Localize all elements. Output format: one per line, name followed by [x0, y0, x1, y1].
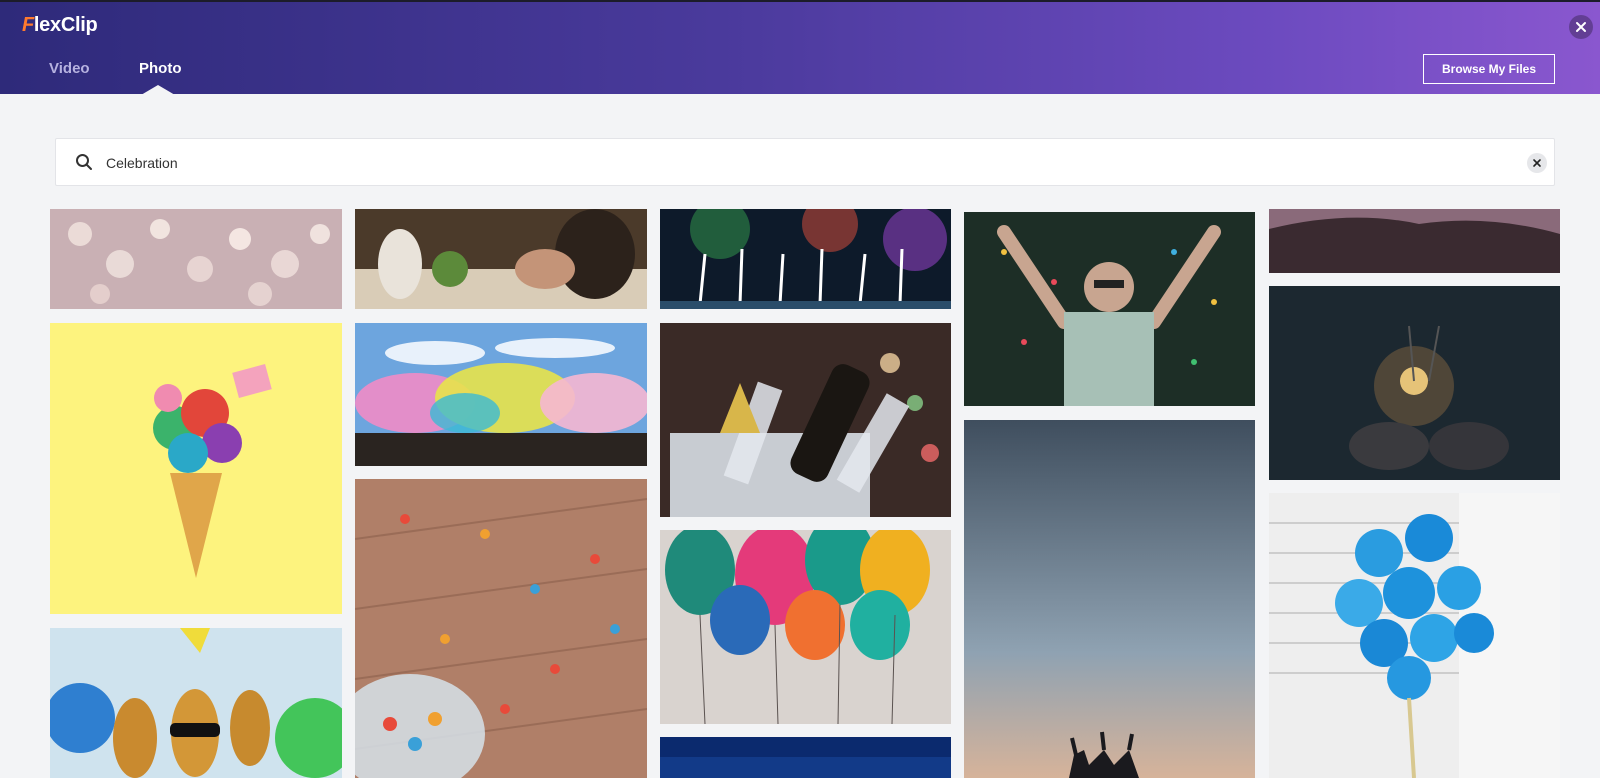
photo-bokeh-lights-image — [50, 209, 342, 309]
photo-ice-cream-cone-confetti[interactable] — [50, 323, 342, 614]
logo-mark: F — [22, 14, 34, 36]
photo-balloons[interactable] — [660, 530, 951, 724]
photo-pineapples-party-hats[interactable] — [50, 628, 342, 778]
photo-champagne-ice-bucket-image — [660, 323, 951, 517]
photo-pineapples-party-hats-image — [50, 628, 342, 778]
top-header: FlexClip Video Photo Browse My Files — [0, 0, 1600, 95]
photo-blue-balloons-image — [1269, 493, 1560, 778]
photo-man-confetti[interactable] — [964, 212, 1255, 406]
search-bar — [55, 138, 1555, 186]
photo-night-sky-image — [660, 737, 951, 778]
photo-sparklers[interactable] — [1269, 286, 1560, 480]
photo-champagne-ice-bucket[interactable] — [660, 323, 951, 517]
logo-wordmark: lexClip — [33, 14, 98, 36]
photo-silhouettes-sunset-image — [964, 420, 1255, 778]
photo-holi-color-festival[interactable] — [355, 323, 647, 466]
clear-search-button[interactable] — [1527, 153, 1547, 173]
tab-video[interactable]: Video — [49, 60, 90, 77]
photo-night-sky[interactable] — [660, 737, 951, 778]
photo-blue-balloons[interactable] — [1269, 493, 1560, 778]
photo-man-confetti-image — [964, 212, 1255, 406]
photo-balloons-image — [660, 530, 951, 724]
photo-holi-color-festival-image — [355, 323, 647, 466]
search-icon — [76, 154, 92, 170]
photo-bokeh-lights[interactable] — [50, 209, 342, 309]
photo-silhouettes-sunset[interactable] — [964, 420, 1255, 778]
photo-confetti-wooden-floor[interactable] — [355, 479, 647, 778]
active-tab-indicator — [141, 85, 175, 95]
tab-photo[interactable]: Photo — [139, 60, 182, 77]
close-icon — [1576, 22, 1586, 32]
flexclip-logo[interactable]: FlexClip — [22, 14, 98, 37]
photo-people-toasting[interactable] — [355, 209, 647, 309]
photo-rocky-dusk[interactable] — [1269, 209, 1560, 273]
photo-fireworks[interactable] — [660, 209, 951, 309]
clear-icon — [1533, 159, 1541, 167]
photo-sparklers-image — [1269, 286, 1560, 480]
browse-my-files-button[interactable]: Browse My Files — [1423, 54, 1555, 84]
photo-fireworks-image — [660, 209, 951, 309]
photo-people-toasting-image — [355, 209, 647, 309]
photo-rocky-dusk-image — [1269, 209, 1560, 273]
photo-ice-cream-cone-confetti-image — [50, 323, 342, 614]
close-button[interactable] — [1569, 15, 1593, 39]
search-input[interactable] — [106, 153, 1486, 173]
photo-confetti-wooden-floor-image — [355, 479, 647, 778]
